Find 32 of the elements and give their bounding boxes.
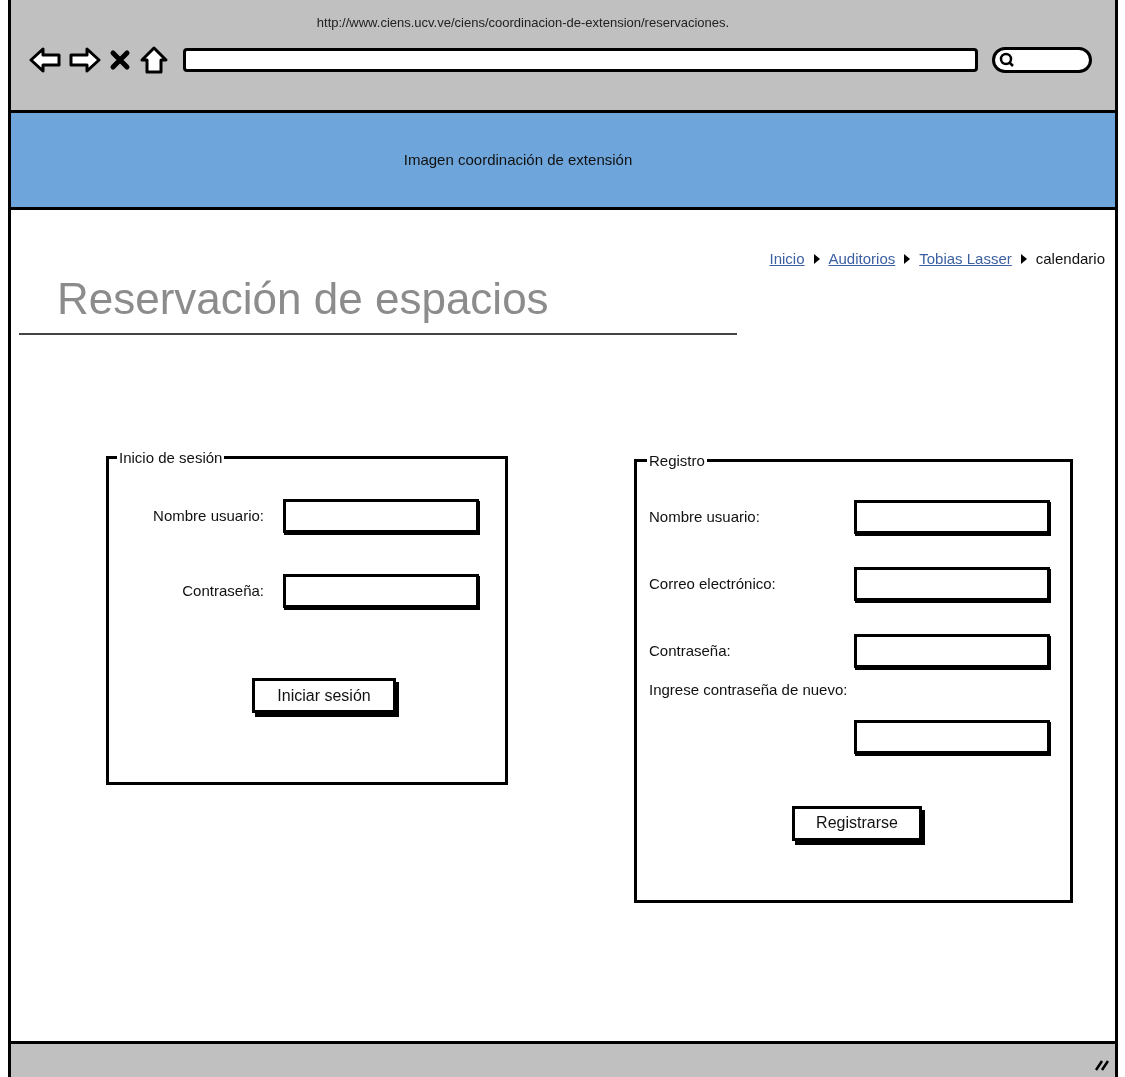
- input-field[interactable]: [283, 499, 479, 533]
- page-title: Reservación de espacios: [57, 272, 550, 325]
- breadcrumb-link[interactable]: Auditorios: [828, 248, 896, 271]
- search-field[interactable]: [992, 47, 1092, 73]
- input-field[interactable]: [854, 719, 1050, 754]
- search-icon: [999, 52, 1015, 68]
- field-label: Correo electrónico:: [649, 573, 776, 594]
- input-field[interactable]: [283, 574, 479, 608]
- breadcrumb-link[interactable]: Inicio: [769, 248, 805, 271]
- url-text: http://www.ciens.ucv.ve/ciens/coordinacion-de-extension/reservaciones.: [316, 13, 730, 32]
- breadcrumb-current: calendario: [1035, 249, 1105, 269]
- home-icon[interactable]: [139, 45, 169, 75]
- field-label: Nombre usuario:: [152, 505, 264, 526]
- field-label: Contraseña:: [181, 580, 264, 601]
- panel-legend: Inicio de sesión: [117, 446, 225, 469]
- resize-grip-icon[interactable]: [1095, 1059, 1109, 1071]
- input-field[interactable]: [854, 634, 1050, 668]
- field-label: Ingrese contraseña de nuevo:: [649, 680, 848, 700]
- panel-legend: Registro: [647, 449, 707, 472]
- chevron-icon: [903, 253, 912, 266]
- banner-text: Imagen coordinación de extensión: [403, 149, 633, 170]
- field-label: Nombre usuario:: [649, 506, 760, 527]
- chevron-icon: [1019, 253, 1028, 266]
- close-icon[interactable]: [109, 49, 131, 71]
- chevron-icon: [812, 253, 821, 266]
- input-field[interactable]: [854, 567, 1050, 601]
- field-label: Contraseña:: [649, 640, 731, 661]
- address-bar[interactable]: [183, 48, 978, 72]
- breadcrumb-link[interactable]: Tobias Lasser: [919, 248, 1012, 271]
- forward-icon[interactable]: [69, 47, 101, 73]
- input-field[interactable]: [854, 500, 1050, 534]
- back-icon[interactable]: [29, 47, 61, 73]
